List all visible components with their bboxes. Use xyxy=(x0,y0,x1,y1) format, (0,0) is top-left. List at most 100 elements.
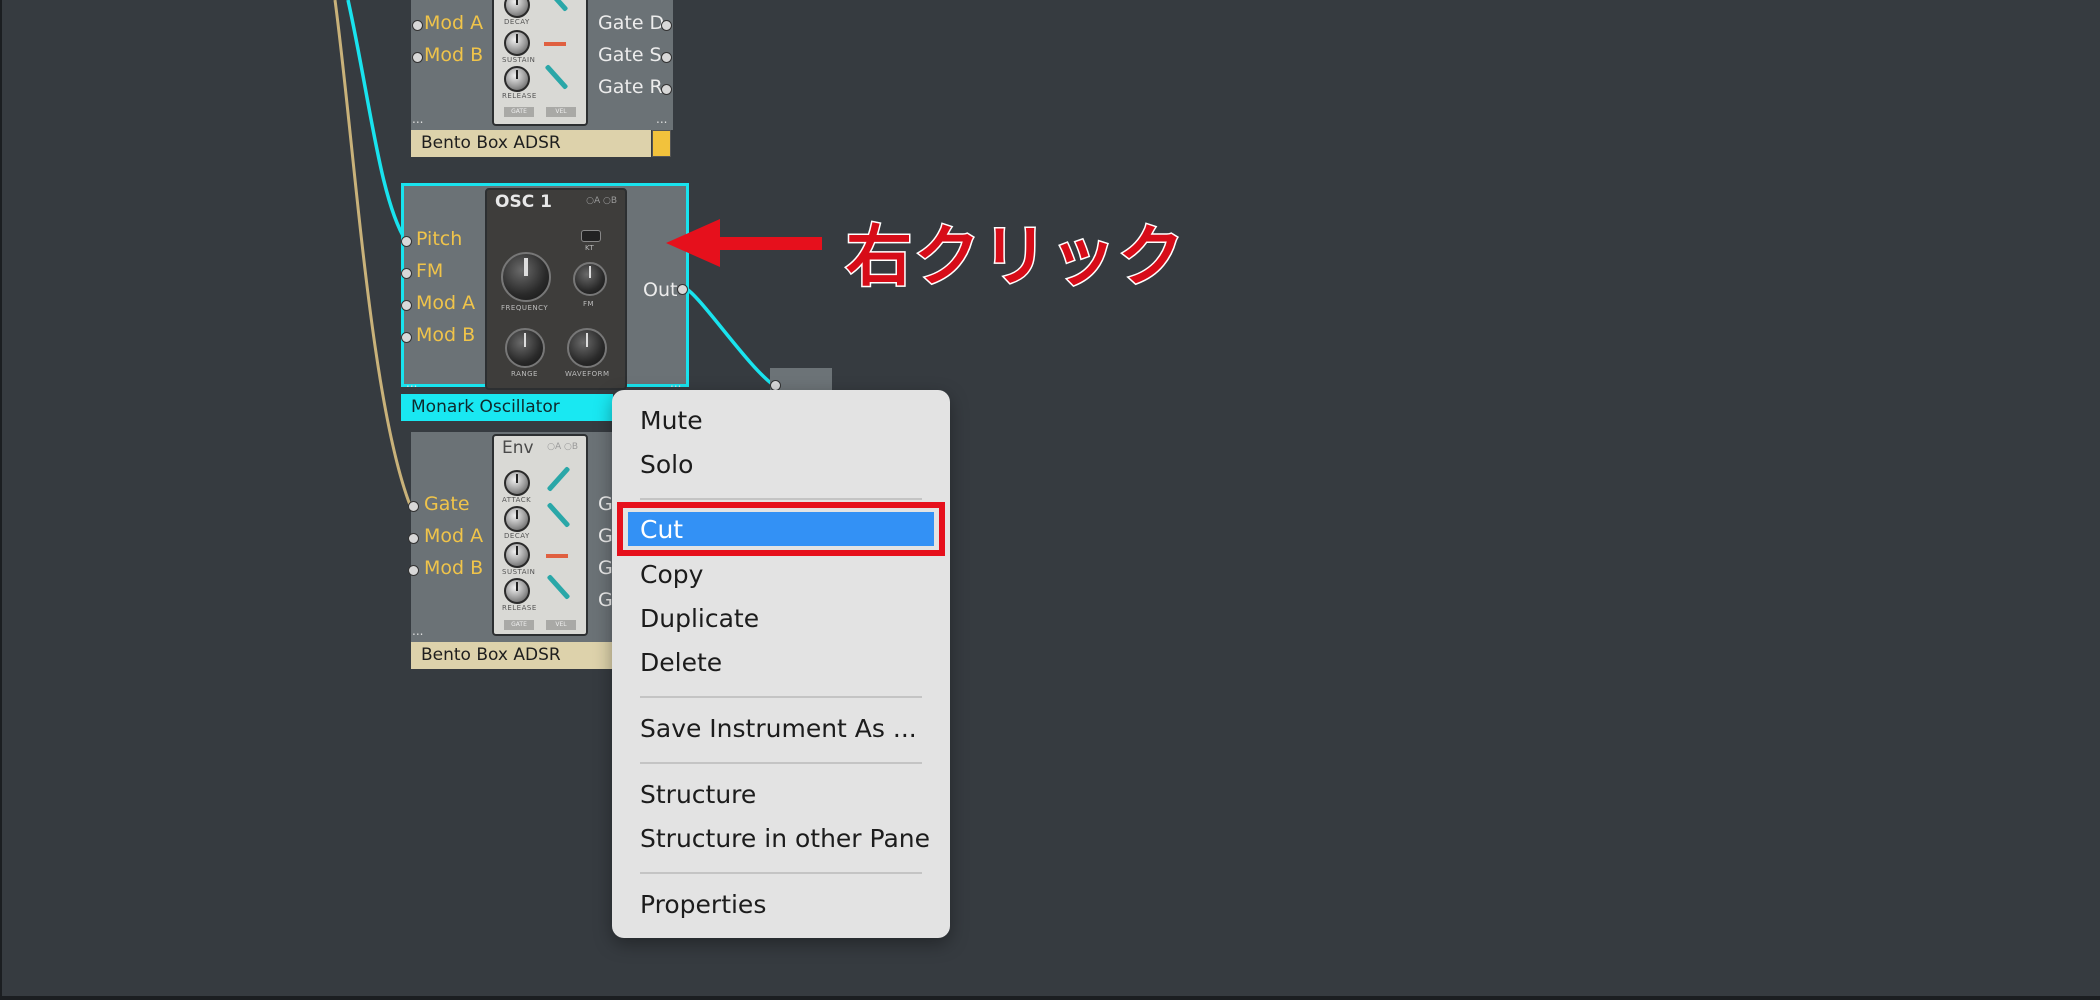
osc-pitch-port[interactable] xyxy=(401,236,412,247)
attack-knob[interactable] xyxy=(504,470,530,496)
attack-knob-label: ATTACK xyxy=(502,496,532,504)
osc-mod-b-port[interactable] xyxy=(401,332,412,343)
env-decay-knob[interactable] xyxy=(504,506,530,532)
waveform-knob[interactable] xyxy=(567,328,607,368)
kt-switch[interactable] xyxy=(581,230,601,242)
env-decay-knob-label: DECAY xyxy=(504,532,530,540)
adsr-top-gate-d-label: Gate D xyxy=(598,12,665,34)
adsr-top-gate-s-label: Gate S xyxy=(598,44,662,66)
adsr-bottom-panel-title: Env xyxy=(502,438,534,458)
adsr-bottom-out-2-label: G xyxy=(598,525,613,547)
menu-item-copy[interactable]: Copy xyxy=(640,560,703,589)
osc-mod-a-label: Mod A xyxy=(416,292,476,314)
gate-cable[interactable] xyxy=(333,0,412,506)
out-cable[interactable] xyxy=(684,286,776,388)
annotation-arrow xyxy=(666,219,822,267)
adsr-top-resize-handle[interactable] xyxy=(652,130,671,157)
right-click-annotation: 右クリック xyxy=(845,217,1186,297)
oscillator-name-bar[interactable]: Monark Oscillator xyxy=(401,394,613,421)
env-decay-slope xyxy=(546,502,571,528)
oscillator-panel: OSC 1 ○A ○B KT FREQUENCY FM RANGE WAVEFO… xyxy=(485,188,627,390)
menu-item-structure-in-other-pane[interactable]: Structure in other Pane xyxy=(640,824,930,853)
menu-item-cut[interactable]: Cut xyxy=(640,515,683,544)
adsr-bottom-panel-badge: ○A ○B xyxy=(547,442,578,452)
osc-more-left: ... xyxy=(406,376,418,390)
menu-item-save-instrument-as[interactable]: Save Instrument As ... xyxy=(640,714,917,743)
osc-mod-b-label: Mod B xyxy=(416,324,476,346)
adsr-top-mod-a-label: Mod A xyxy=(424,12,484,34)
decay-slope xyxy=(544,0,569,12)
menu-item-delete[interactable]: Delete xyxy=(640,648,722,677)
env-sustain-knob-label: SUSTAIN xyxy=(502,568,536,576)
adsr-bottom-gate-label: Gate xyxy=(424,493,470,515)
adsr-top-mod-a-port[interactable] xyxy=(412,20,423,31)
env-sustain-level xyxy=(546,554,568,558)
attack-slope xyxy=(546,466,571,492)
range-knob-label: RANGE xyxy=(511,370,538,378)
adsr-top-gate-d-port[interactable] xyxy=(661,20,672,31)
frequency-knob[interactable] xyxy=(501,252,551,302)
fm-knob-label: FM xyxy=(583,300,595,308)
adsr-top-name-bar[interactable]: Bento Box ADSR xyxy=(411,130,651,157)
sustain-level xyxy=(544,42,566,46)
waveform-knob-label: WAVEFORM xyxy=(565,370,610,378)
adsr-bottom-panel: Env ○A ○B ATTACK DECAY SUSTAIN RELEASE G… xyxy=(492,434,588,636)
adsr-top-more-right: ... xyxy=(656,112,668,126)
context-menu: Mute Solo Copy Duplicate Delete Save Ins… xyxy=(612,390,950,938)
env-sustain-knob[interactable] xyxy=(504,542,530,568)
adsr-top-gate-s-port[interactable] xyxy=(661,52,672,63)
vel-mode-button[interactable]: VEL xyxy=(546,107,576,117)
oscillator-panel-badge: ○A ○B xyxy=(586,196,617,206)
decay-knob[interactable] xyxy=(504,0,530,18)
adsr-top-mod-b-port[interactable] xyxy=(412,52,423,63)
menu-item-mute[interactable]: Mute xyxy=(640,406,703,435)
osc-fm-label: FM xyxy=(416,260,444,282)
adsr-top-more-left: ... xyxy=(412,112,424,126)
osc-mod-a-port[interactable] xyxy=(401,300,412,311)
release-knob[interactable] xyxy=(504,66,530,92)
env-release-knob-label: RELEASE xyxy=(502,604,537,612)
adsr-bottom-mod-b-port[interactable] xyxy=(408,565,419,576)
adsr-top-mod-b-label: Mod B xyxy=(424,44,484,66)
structure-canvas[interactable]: DECAY SUSTAIN RELEASE GATE VEL Mod A Mod… xyxy=(0,0,2100,1000)
env-vel-mode-button[interactable]: VEL xyxy=(546,620,576,630)
adsr-bottom-out-1-label: G xyxy=(598,493,613,515)
decay-knob-label: DECAY xyxy=(504,18,530,26)
menu-separator-1 xyxy=(640,498,922,500)
env-gate-mode-button[interactable]: GATE xyxy=(504,620,534,630)
osc-fm-port[interactable] xyxy=(401,268,412,279)
oscillator-panel-title: OSC 1 xyxy=(495,192,552,212)
gate-mode-button[interactable]: GATE xyxy=(504,107,534,117)
osc-more-right: ... xyxy=(670,376,682,390)
sustain-knob-label: SUSTAIN xyxy=(502,56,536,64)
release-knob-label: RELEASE xyxy=(502,92,537,100)
adsr-bottom-mod-a-label: Mod A xyxy=(424,525,484,547)
annotation-arrow-head xyxy=(666,219,720,267)
env-release-slope xyxy=(546,574,571,600)
fm-knob[interactable] xyxy=(573,262,607,296)
adsr-top-gate-r-port[interactable] xyxy=(661,84,672,95)
osc-out-label: Out xyxy=(643,279,678,301)
menu-item-structure[interactable]: Structure xyxy=(640,780,756,809)
menu-separator-3 xyxy=(640,762,922,764)
menu-separator-4 xyxy=(640,872,922,874)
adsr-bottom-out-3-label: G xyxy=(598,557,613,579)
adsr-bottom-gate-port[interactable] xyxy=(408,501,419,512)
env-release-knob[interactable] xyxy=(504,578,530,604)
osc-out-port[interactable] xyxy=(677,284,688,295)
frequency-knob-label: FREQUENCY xyxy=(501,304,549,312)
annotation-arrow-shaft xyxy=(710,237,822,250)
menu-item-solo[interactable]: Solo xyxy=(640,450,693,479)
release-slope xyxy=(544,64,569,90)
sustain-knob[interactable] xyxy=(504,30,530,56)
menu-item-properties[interactable]: Properties xyxy=(640,890,766,919)
adsr-bottom-more-left: ... xyxy=(412,624,424,638)
adsr-top-gate-r-label: Gate R xyxy=(598,76,663,98)
adsr-bottom-mod-a-port[interactable] xyxy=(408,533,419,544)
range-knob[interactable] xyxy=(505,328,545,368)
menu-item-duplicate[interactable]: Duplicate xyxy=(640,604,759,633)
adsr-bottom-out-4-label: G xyxy=(598,589,613,611)
adsr-bottom-name-bar[interactable]: Bento Box ADSR xyxy=(411,642,613,669)
menu-separator-2 xyxy=(640,696,922,698)
adsr-top-panel: DECAY SUSTAIN RELEASE GATE VEL xyxy=(492,0,588,126)
